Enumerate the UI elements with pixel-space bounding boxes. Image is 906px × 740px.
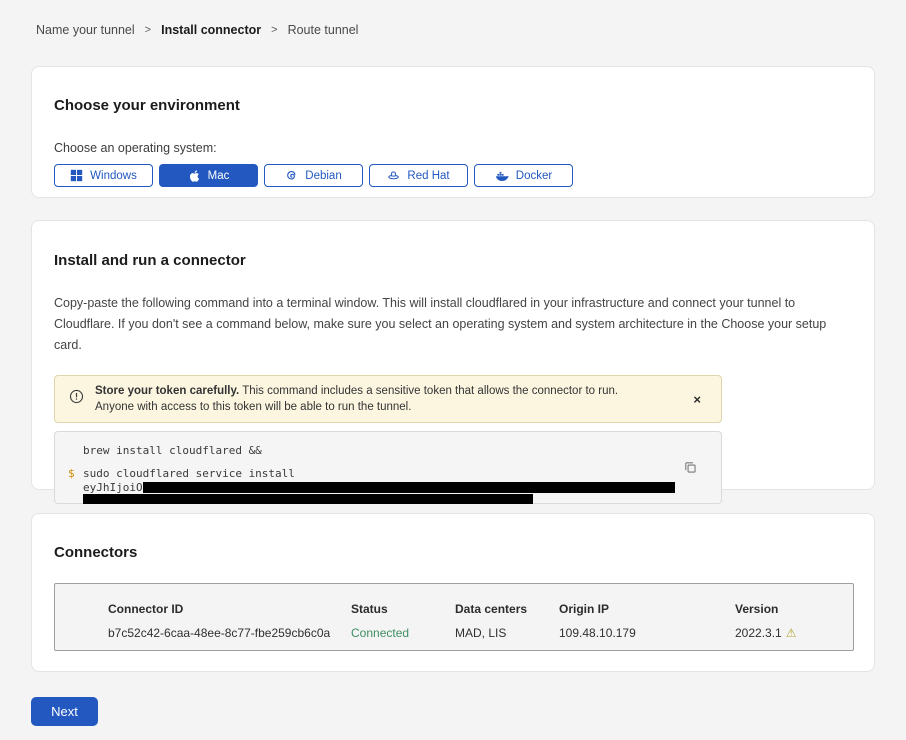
debian-logo-icon <box>285 169 298 182</box>
redacted-token-bar <box>143 482 675 493</box>
environment-card-title: Choose your environment <box>54 97 852 114</box>
next-button[interactable]: Next <box>31 697 98 726</box>
docker-logo-icon <box>495 169 509 182</box>
os-button-redhat[interactable]: Red Hat <box>369 164 468 187</box>
warning-triangle-icon: ⚠ <box>786 626 797 640</box>
header-data-centers: Data centers <box>455 602 559 616</box>
command-line-2: sudo cloudflared service install <box>83 467 721 480</box>
connectors-card: Connectors Connector ID Status Data cent… <box>31 513 875 672</box>
header-connector-id: Connector ID <box>108 602 351 616</box>
environment-card: Choose your environment Choose an operat… <box>31 66 875 198</box>
command-line-1: brew install cloudflared && <box>68 444 721 457</box>
os-select-label: Choose an operating system: <box>54 141 852 155</box>
windows-logo-icon <box>70 169 83 182</box>
os-button-label: Docker <box>516 170 552 182</box>
install-description: Copy-paste the following command into a … <box>54 293 850 356</box>
connectors-table: Connector ID Status Data centers Origin … <box>54 583 854 651</box>
connectors-card-title: Connectors <box>54 544 852 561</box>
install-connector-card: Install and run a connector Copy-paste t… <box>31 220 875 490</box>
os-button-mac[interactable]: Mac <box>159 164 258 187</box>
info-icon <box>69 389 84 409</box>
status-badge: Connected <box>351 626 455 640</box>
breadcrumb-route-tunnel[interactable]: Route tunnel <box>288 23 359 37</box>
tunnel-setup-page: Name your tunnel > Install connector > R… <box>0 0 906 740</box>
breadcrumb: Name your tunnel > Install connector > R… <box>36 23 358 37</box>
install-command-block: brew install cloudflared && $ sudo cloud… <box>54 431 722 504</box>
os-button-label: Windows <box>90 170 137 182</box>
breadcrumb-name-your-tunnel[interactable]: Name your tunnel <box>36 23 135 37</box>
cell-origin-ip: 109.48.10.179 <box>559 626 735 640</box>
header-origin-ip: Origin IP <box>559 602 735 616</box>
breadcrumb-install-connector[interactable]: Install connector <box>161 23 261 37</box>
header-version: Version <box>735 602 853 616</box>
os-button-debian[interactable]: Debian <box>264 164 363 187</box>
close-icon[interactable]: × <box>687 389 707 410</box>
redacted-token-bar <box>83 494 533 504</box>
token-warning-bold: Store your token carefully. <box>95 385 239 397</box>
apple-logo-icon <box>188 169 201 183</box>
redhat-logo-icon <box>387 169 400 182</box>
os-button-docker[interactable]: Docker <box>474 164 573 187</box>
version-value: 2022.3.1 <box>735 626 782 640</box>
connectors-table-header-row: Connector ID Status Data centers Origin … <box>108 602 853 616</box>
cell-data-centers: MAD, LIS <box>455 626 559 640</box>
header-status: Status <box>351 602 455 616</box>
os-button-label: Debian <box>305 170 341 182</box>
os-button-label: Red Hat <box>407 170 449 182</box>
breadcrumb-separator: > <box>145 24 151 36</box>
copy-icon[interactable] <box>682 459 699 479</box>
cell-connector-id: b7c52c42-6caa-48ee-8c77-fbe259cb6c0a <box>108 626 351 640</box>
breadcrumb-separator: > <box>271 24 277 36</box>
table-row: b7c52c42-6caa-48ee-8c77-fbe259cb6c0a Con… <box>108 616 853 640</box>
os-button-windows[interactable]: Windows <box>54 164 153 187</box>
terminal-prompt: $ <box>68 467 83 504</box>
token-prefix: eyJhIjoiO <box>83 481 143 494</box>
install-card-title: Install and run a connector <box>54 252 852 269</box>
os-button-label: Mac <box>208 170 230 182</box>
os-button-group: Windows Mac Debian <box>54 164 852 187</box>
cell-version: 2022.3.1 ⚠ <box>735 626 853 640</box>
token-line: eyJhIjoiO <box>83 481 721 494</box>
token-warning-text: Store your token carefully. This command… <box>95 383 655 415</box>
token-warning-banner: Store your token carefully. This command… <box>54 375 722 423</box>
